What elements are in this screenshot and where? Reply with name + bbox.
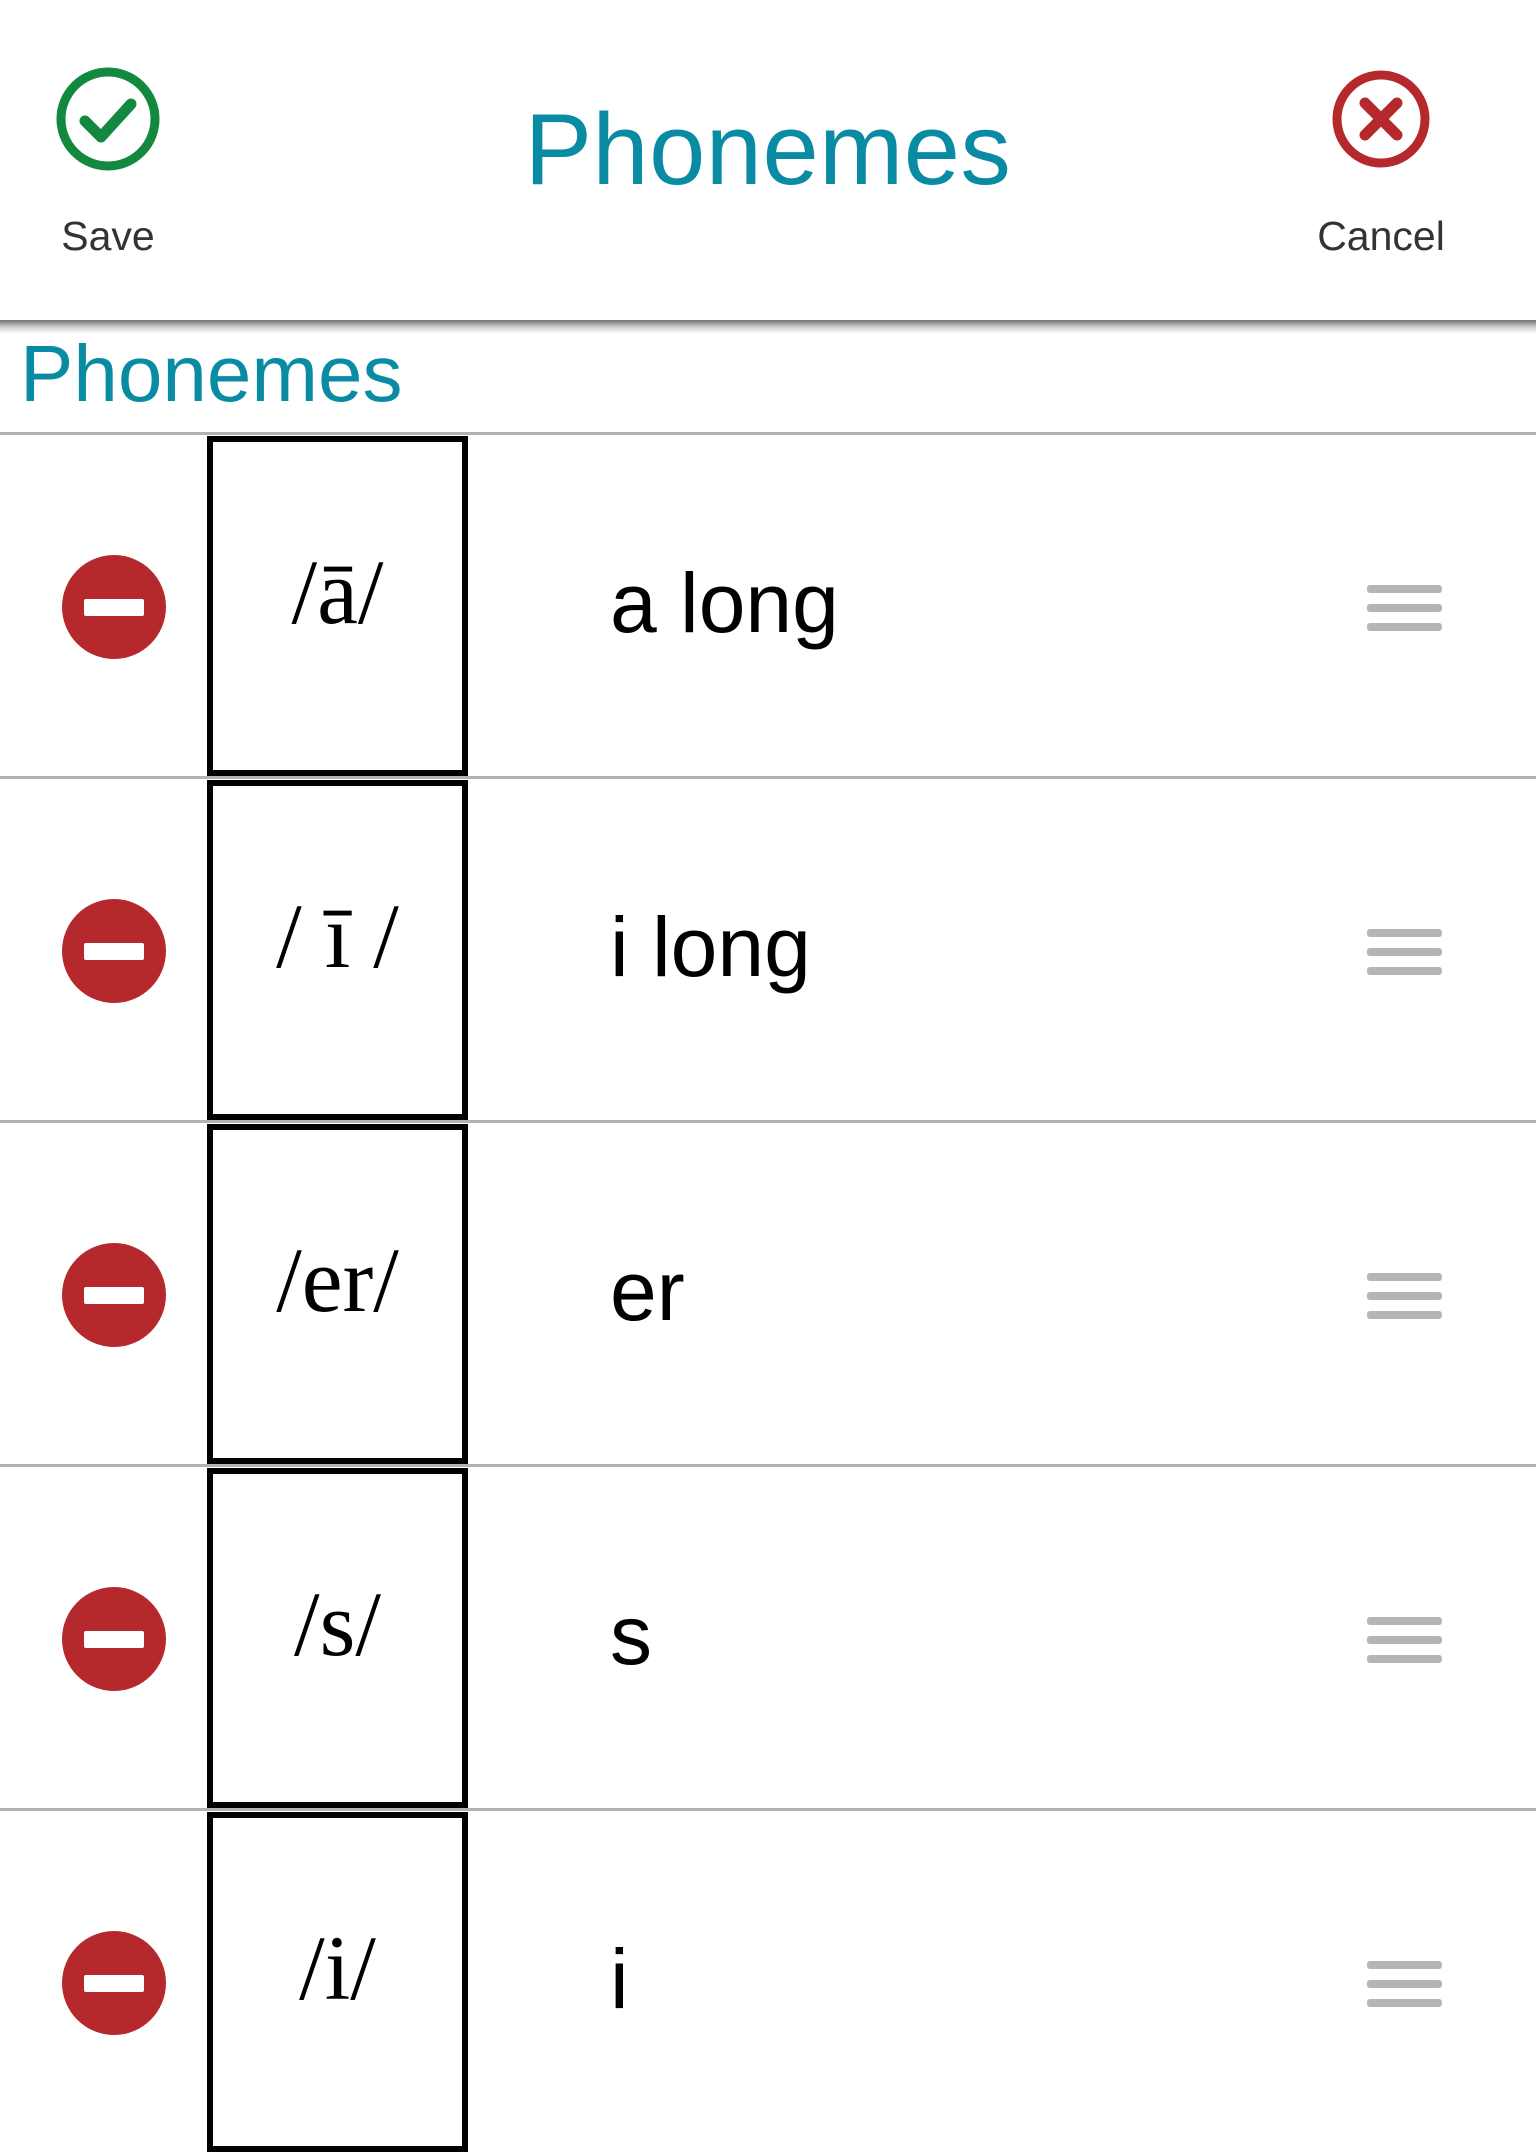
minus-circle-icon	[84, 1631, 144, 1648]
list-item: / ī / i long	[0, 776, 1536, 1120]
drag-handle-icon[interactable]	[1367, 1617, 1442, 1663]
phoneme-name: i	[610, 1932, 629, 2026]
minus-circle-icon	[84, 943, 144, 960]
phoneme-name: er	[610, 1244, 685, 1338]
phoneme-symbol: /er/	[276, 1229, 399, 1331]
phoneme-tile[interactable]: /s/	[207, 1468, 468, 1808]
minus-circle-icon	[84, 599, 144, 616]
phoneme-tile[interactable]: /i/	[207, 1812, 468, 2152]
minus-circle-icon	[84, 1287, 144, 1304]
header-bar: Save Phonemes Cancel	[0, 0, 1536, 320]
phoneme-symbol: /s/	[294, 1573, 381, 1675]
list-item: /er/ er	[0, 1120, 1536, 1464]
list-item: /ā/ a long	[0, 432, 1536, 776]
phoneme-symbol: / ī /	[276, 885, 399, 987]
phoneme-symbol: /ā/	[291, 541, 384, 643]
cancel-button[interactable]: Cancel	[1301, 66, 1461, 266]
header-shadow	[0, 318, 1536, 334]
phoneme-tile[interactable]: /ā/	[207, 436, 468, 776]
delete-button[interactable]	[62, 555, 166, 659]
delete-button[interactable]	[62, 1587, 166, 1691]
drag-handle-icon[interactable]	[1367, 585, 1442, 631]
minus-circle-icon	[84, 1975, 144, 1992]
phoneme-symbol: /i/	[299, 1917, 376, 2019]
drag-handle-icon[interactable]	[1367, 1961, 1442, 2007]
phoneme-name: a long	[610, 556, 839, 650]
delete-button[interactable]	[62, 899, 166, 1003]
x-circle-icon	[1332, 70, 1430, 168]
list-item: /i/ i	[0, 1808, 1536, 2152]
phoneme-name: s	[610, 1588, 652, 1682]
save-label: Save	[61, 213, 155, 259]
drag-handle-icon[interactable]	[1367, 929, 1442, 975]
phoneme-tile[interactable]: / ī /	[207, 780, 468, 1120]
cancel-label: Cancel	[1317, 213, 1445, 259]
delete-button[interactable]	[62, 1243, 166, 1347]
list-item: /s/ s	[0, 1464, 1536, 1808]
phoneme-tile[interactable]: /er/	[207, 1124, 468, 1464]
delete-button[interactable]	[62, 1931, 166, 2035]
phoneme-name: i long	[610, 900, 811, 994]
section-title: Phonemes	[20, 329, 403, 418]
phoneme-list: /ā/ a long / ī / i long /er/ er /s/ s /i…	[0, 432, 1536, 2152]
drag-handle-icon[interactable]	[1367, 1273, 1442, 1319]
